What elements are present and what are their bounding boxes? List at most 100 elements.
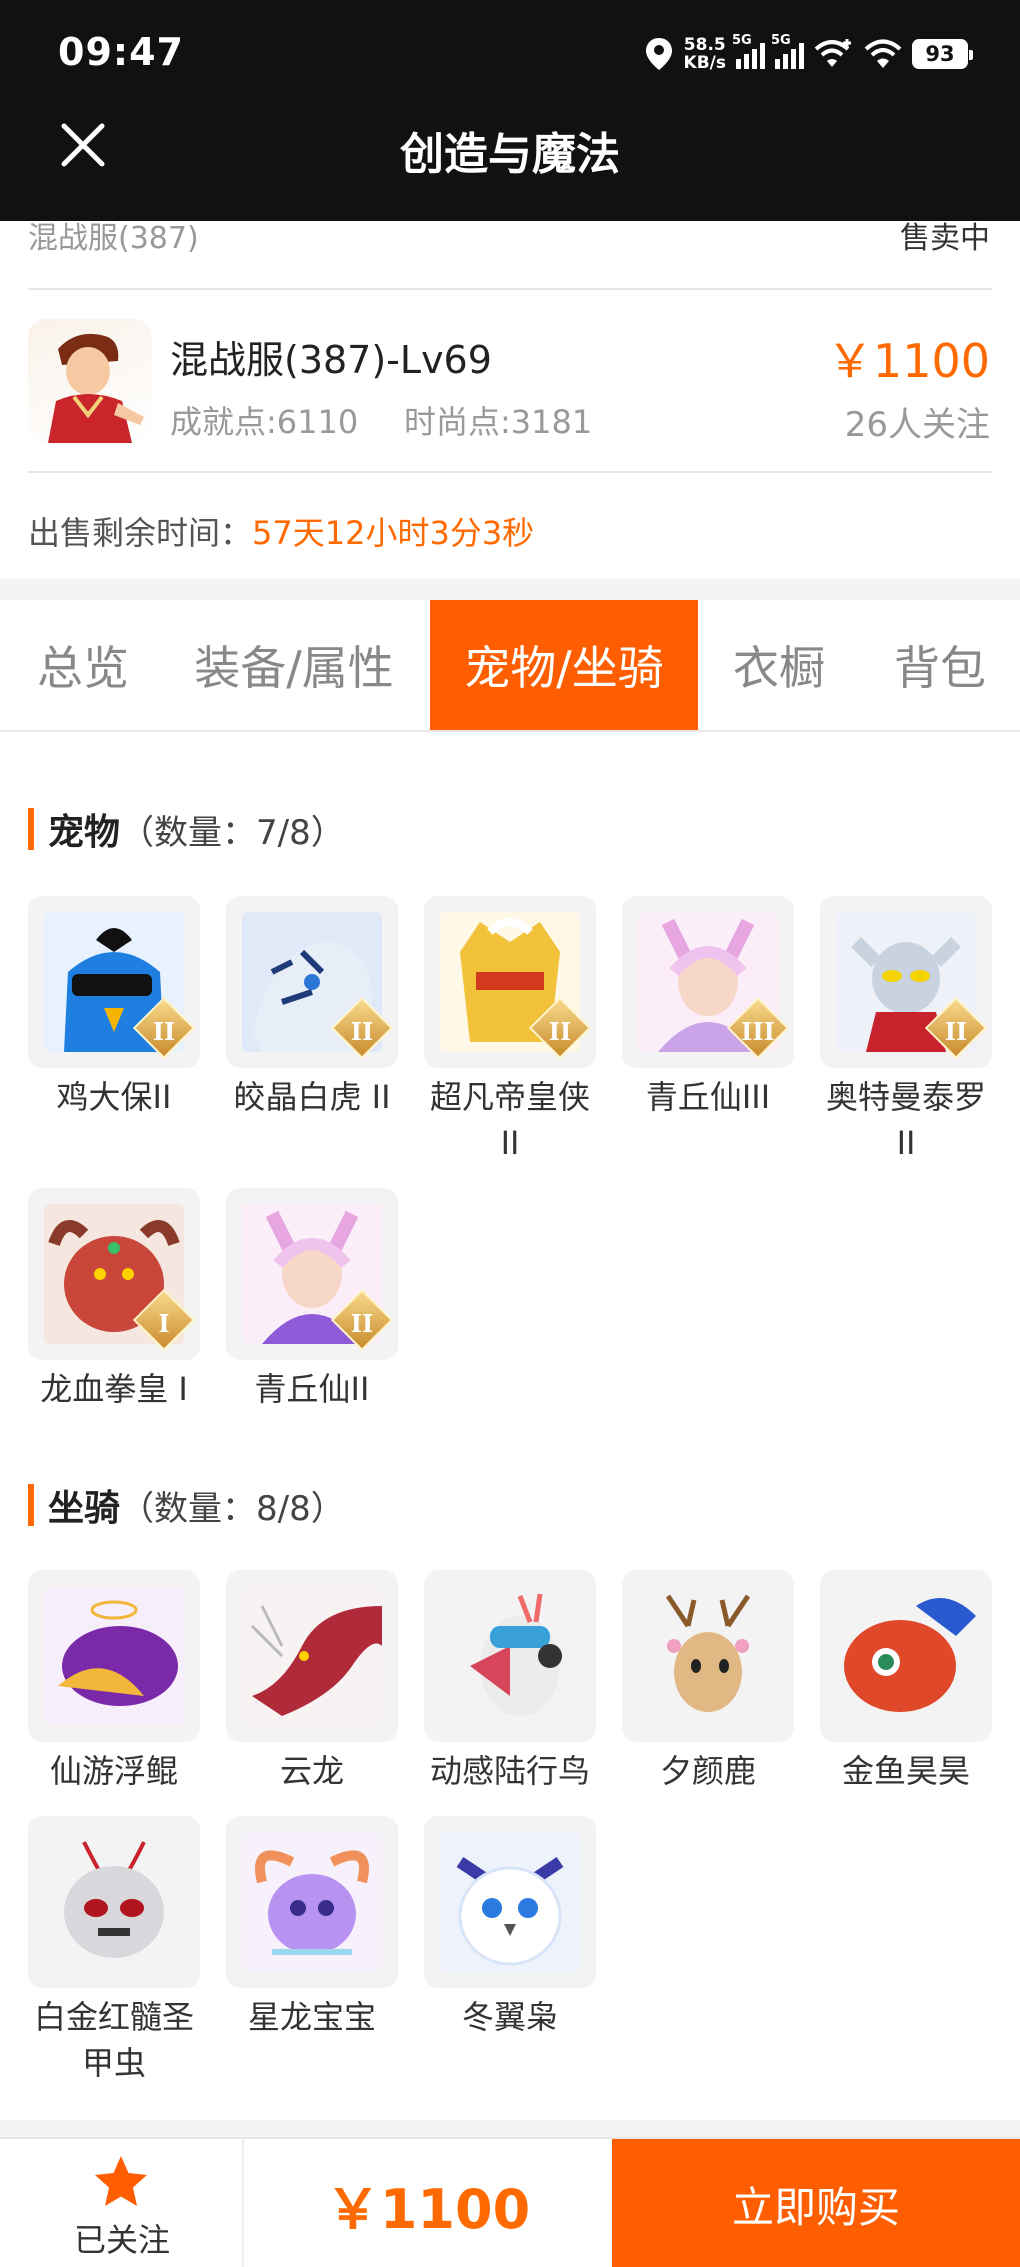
tab-equipment[interactable]: 装备/属性: [176, 600, 412, 730]
net-speed-unit: KB/s: [683, 53, 726, 73]
tab-overview[interactable]: 总览: [8, 600, 158, 730]
net-speed-value: 58.5: [683, 35, 726, 55]
pet-image: II: [226, 1188, 398, 1360]
pet-card[interactable]: II 奥特曼泰罗 II: [820, 896, 992, 1166]
bottom-action-bar: 已关注 ￥1100 立即购买: [0, 2137, 1020, 2267]
remaining-time: 出售剩余时间：57天12小时3分3秒: [28, 508, 534, 554]
tier-badge: II: [548, 1017, 572, 1046]
pet-name: 奥特曼泰罗 II: [825, 1078, 986, 1162]
mount-name: 云龙: [279, 1752, 344, 1790]
section-accent-bar: [28, 1484, 34, 1526]
pet-name: 鸡大保II: [56, 1078, 172, 1116]
pet-name: 青丘仙II: [254, 1370, 370, 1408]
follow-button[interactable]: 已关注: [0, 2139, 244, 2267]
wifi-plus-icon: [814, 39, 851, 67]
pet-image: II: [424, 896, 596, 1068]
pet-card[interactable]: II 鸡大保II: [28, 896, 200, 1120]
status-time: 09:47: [58, 30, 184, 74]
mount-name: 动感陆行鸟: [429, 1752, 590, 1790]
mount-card[interactable]: 星龙宝宝: [226, 1816, 398, 2040]
tab-backpack[interactable]: 背包: [870, 600, 1010, 730]
net-speed: 58.5 KB/s: [684, 36, 726, 72]
status-icons: 58.5 KB/s 5G 5G 93: [644, 30, 973, 78]
pet-name: 皎晶白虎 II: [233, 1078, 391, 1116]
tab-wardrobe[interactable]: 衣橱: [716, 600, 842, 730]
pet-name: 青丘仙III: [645, 1078, 771, 1116]
mount-name: 仙游浮鲲: [49, 1752, 178, 1790]
mount-image: [28, 1816, 200, 1988]
divider: [28, 288, 992, 290]
pet-image: I: [28, 1188, 200, 1360]
page-title: 创造与魔法: [400, 129, 620, 180]
pet-image: II: [28, 896, 200, 1068]
mount-name: 星龙宝宝: [247, 1998, 376, 2036]
listing-price: ￥1100: [826, 334, 990, 388]
section-name: 坐骑: [48, 1488, 121, 1529]
mount-name: 白金红髓圣甲虫: [33, 1998, 194, 2082]
pet-card[interactable]: III 青丘仙III: [622, 896, 794, 1120]
mount-name: 夕颜鹿: [659, 1752, 756, 1790]
top-bar: 09:47 58.5 KB/s 5G 5G 93 创造与魔法: [0, 0, 1020, 221]
mount-name: 冬翼枭: [461, 1998, 558, 2036]
pet-card[interactable]: II 超凡帝皇侠 II: [424, 896, 596, 1166]
pet-image: III: [622, 896, 794, 1068]
pet-name: 龙血拳皇 I: [40, 1370, 188, 1408]
signal-label: 5G: [771, 33, 791, 48]
battery-icon: 93: [912, 39, 973, 69]
wifi-icon: [864, 39, 902, 68]
mount-card[interactable]: 仙游浮鲲: [28, 1570, 200, 1794]
signal-icon: 5G: [771, 33, 804, 69]
signal-icon: 5G: [732, 33, 765, 69]
mount-card[interactable]: 云龙: [226, 1570, 398, 1794]
mount-image: [28, 1570, 200, 1742]
pets-section-title: 宠物 （数量：7/8）: [28, 806, 345, 853]
pet-image: II: [226, 896, 398, 1068]
follower-count: 26人关注: [844, 405, 990, 445]
mount-image: [424, 1570, 596, 1742]
fashion-points: 时尚点:3181: [404, 403, 593, 441]
tier-badge: III: [741, 1017, 775, 1046]
pet-image: II: [820, 896, 992, 1068]
pet-card[interactable]: I 龙血拳皇 I: [28, 1188, 200, 1412]
server-name: 混战服(387): [28, 221, 199, 256]
role-avatar: [28, 319, 152, 443]
tab-bar: 总览 装备/属性 宠物/坐骑 衣橱 背包: [0, 600, 1020, 732]
sale-status: 售卖中: [900, 221, 990, 256]
role-summary-card: 混战服(387) 售卖中 混战服(387)-Lv69 成就点:6110 时尚点:…: [0, 221, 1020, 579]
mount-card[interactable]: 冬翼枭: [424, 1816, 596, 2040]
location-icon: [645, 38, 672, 70]
section-count: （数量：8/8）: [120, 1488, 345, 1529]
tab-pets-mounts[interactable]: 宠物/坐骑: [430, 600, 698, 730]
tier-badge: I: [158, 1309, 170, 1338]
mount-image: [820, 1570, 992, 1742]
divider: [28, 471, 992, 473]
pet-card[interactable]: II 青丘仙II: [226, 1188, 398, 1412]
signal-label: 5G: [732, 33, 752, 48]
mount-card[interactable]: 白金红髓圣甲虫: [28, 1816, 200, 2086]
buy-now-button[interactable]: 立即购买: [612, 2139, 1020, 2267]
mount-name: 金鱼昊昊: [841, 1752, 970, 1790]
mount-card[interactable]: 动感陆行鸟: [424, 1570, 596, 1794]
section-name: 宠物: [48, 812, 121, 853]
section-count: （数量：7/8）: [120, 812, 345, 853]
mounts-section-title: 坐骑 （数量：8/8）: [28, 1482, 345, 1529]
tier-badge: II: [944, 1017, 968, 1046]
tier-badge: II: [350, 1309, 374, 1338]
mount-image: [226, 1570, 398, 1742]
pet-name: 超凡帝皇侠 II: [429, 1078, 590, 1162]
mount-card[interactable]: 金鱼昊昊: [820, 1570, 992, 1794]
follow-label: 已关注: [73, 2221, 170, 2259]
pets-mounts-panel: 宠物 （数量：7/8） II 鸡大保II II 皎晶白虎 II II 超凡帝皇侠 …: [0, 732, 1020, 2120]
mount-image: [424, 1816, 596, 1988]
mount-image: [622, 1570, 794, 1742]
bottom-price: ￥1100: [325, 2177, 531, 2241]
tier-badge: II: [152, 1017, 176, 1046]
pet-card[interactable]: II 皎晶白虎 II: [226, 896, 398, 1120]
remaining-time-label: 出售剩余时间：: [28, 514, 253, 552]
mount-card[interactable]: 夕颜鹿: [622, 1570, 794, 1794]
star-icon: [95, 2156, 147, 2206]
remaining-time-value: 57天12小时3分3秒: [252, 514, 535, 552]
section-accent-bar: [28, 808, 34, 850]
tier-badge: II: [350, 1017, 374, 1046]
role-name: 混战服(387)-Lv69: [170, 338, 492, 382]
